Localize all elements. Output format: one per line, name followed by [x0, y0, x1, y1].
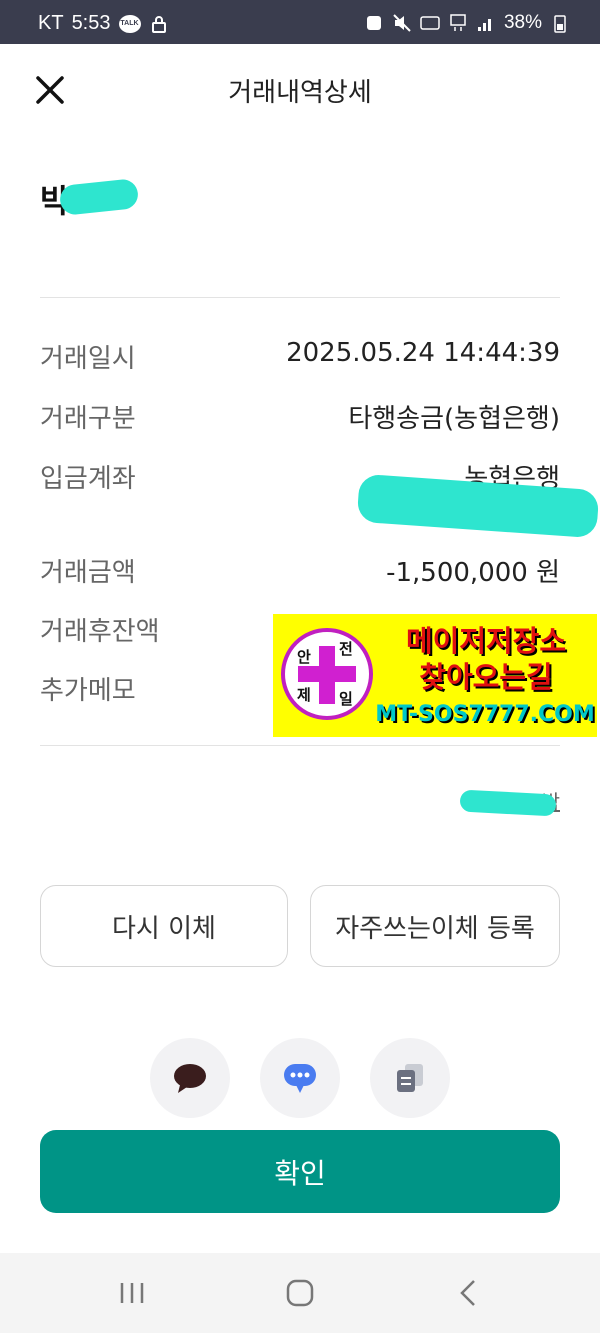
detail-value: 타행송금(농협은행) — [348, 404, 560, 434]
lock-icon — [151, 15, 166, 33]
notification-icon — [366, 16, 381, 30]
ad-url: MT-SOS7777.COM — [375, 702, 595, 727]
logo-char: 안 — [297, 648, 311, 666]
register-frequent-transfer-button[interactable]: 자주쓰는이체 등록 — [310, 885, 560, 967]
safety-first-logo: 안 전 제 일 — [281, 628, 373, 720]
battery-label: 38% — [503, 12, 542, 33]
detail-label: 입금계좌 — [40, 464, 136, 494]
status-right: 38% — [364, 12, 570, 34]
5g-icon — [450, 14, 466, 31]
hd-icon — [420, 16, 440, 30]
logo-cross-horizontal — [298, 666, 356, 682]
logo-char: 제 — [297, 686, 311, 704]
message-icon — [284, 1064, 316, 1093]
detail-label: 거래일시 — [40, 344, 136, 374]
detail-value: -1,500,000 원 — [386, 558, 560, 588]
logo-char: 전 — [339, 640, 353, 658]
detail-value: 2025.05.24 14:44:39 — [286, 338, 560, 368]
copy-icon — [397, 1064, 423, 1092]
logo-char: 일 — [339, 690, 353, 708]
chat-bubble-icon — [174, 1064, 206, 1093]
ad-headline-2: 찾아오는길 — [419, 660, 553, 694]
status-left: KT 5:53 TALK — [38, 12, 169, 35]
status-bar: KT 5:53 TALK 38% — [0, 0, 600, 44]
clock: 5:53 — [71, 12, 111, 34]
account-redaction — [356, 473, 600, 539]
system-nav-bar — [0, 1253, 600, 1333]
back-icon[interactable] — [448, 1273, 488, 1313]
page-title: 거래내역상세 — [228, 78, 372, 108]
kakaotalk-icon: TALK — [118, 14, 141, 33]
detail-label: 거래후잔액 — [40, 617, 160, 647]
ad-overlay[interactable]: 안 전 제 일 메이저저장소 찾아오는길 MT-SOS7777.COM — [273, 614, 597, 737]
divider-top — [40, 297, 560, 298]
name-redaction — [58, 178, 140, 216]
home-icon[interactable] — [280, 1273, 320, 1313]
recent-apps-icon[interactable] — [112, 1273, 152, 1313]
share-message-button[interactable] — [260, 1038, 340, 1118]
signal-icon — [477, 19, 491, 31]
search-redaction — [459, 789, 557, 817]
carrier-label: KT — [38, 12, 64, 34]
copy-button[interactable] — [370, 1038, 450, 1118]
detail-label: 거래구분 — [40, 404, 136, 434]
confirm-button[interactable]: 확인 — [40, 1130, 560, 1213]
divider-bottom — [40, 745, 560, 746]
mute-icon — [393, 14, 411, 32]
page-header: 거래내역상세 — [0, 44, 600, 136]
detail-label: 거래금액 — [40, 558, 136, 588]
share-chat-button[interactable] — [150, 1038, 230, 1118]
retransfer-button[interactable]: 다시 이체 — [40, 885, 288, 967]
battery-icon — [554, 15, 566, 33]
detail-label: 추가메모 — [40, 676, 136, 706]
